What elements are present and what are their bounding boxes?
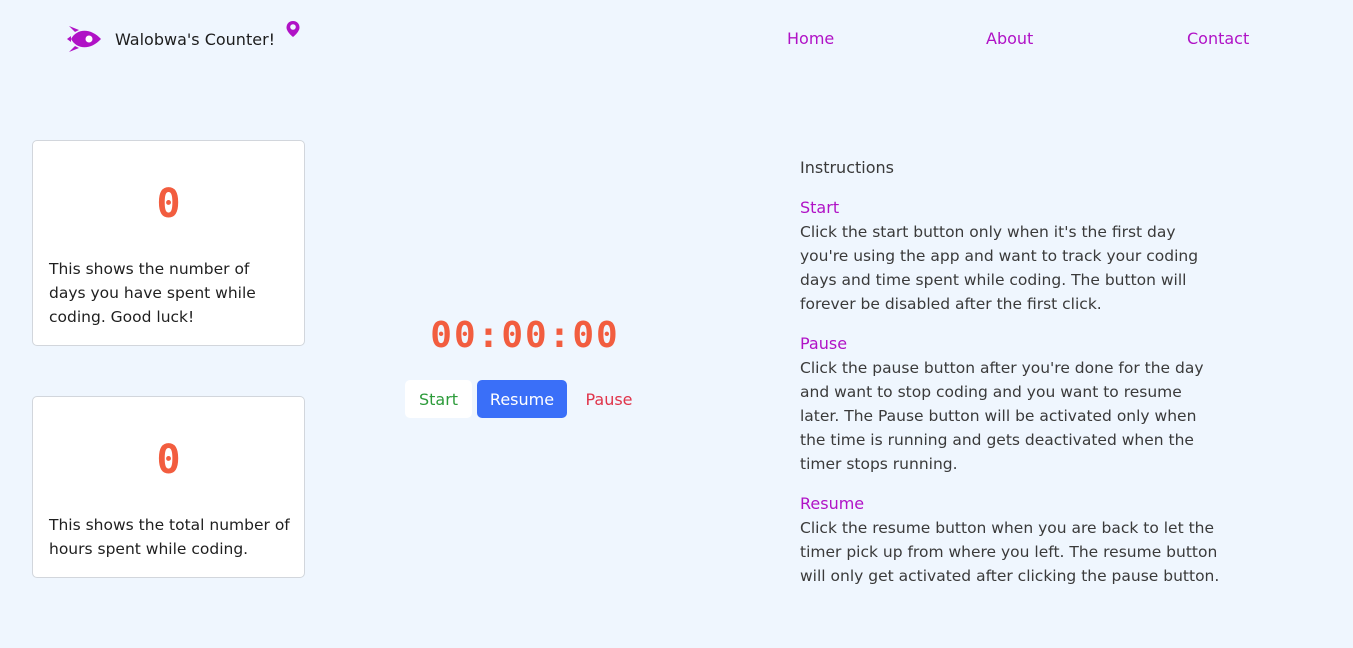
resume-button[interactable]: Resume: [477, 380, 567, 418]
pause-button[interactable]: Pause: [572, 380, 646, 418]
nav-home[interactable]: Home: [787, 29, 834, 48]
app-title: Walobwa's Counter!: [115, 29, 276, 49]
days-card: 0 This shows the number of days you have…: [32, 140, 305, 346]
instructions-title: Instructions: [800, 158, 894, 177]
days-count: 0: [156, 181, 181, 227]
page: Walobwa's Counter! Home About Contact 0 …: [0, 0, 1353, 648]
instruction-pause: Pause Click the pause button after you'r…: [800, 332, 1220, 476]
instruction-pause-body: Click the pause button after you're done…: [800, 359, 1204, 473]
hours-card: 0 This shows the total number of hours s…: [32, 396, 305, 578]
instruction-start-title: Start: [800, 198, 840, 217]
days-description: This shows the number of days you have s…: [49, 260, 256, 326]
rocket-icon: [67, 26, 101, 52]
timer-display: 00:00:00: [430, 315, 620, 356]
hours-description: This shows the total number of hours spe…: [49, 516, 290, 558]
nav-contact[interactable]: Contact: [1187, 29, 1249, 48]
nav-about[interactable]: About: [986, 29, 1033, 48]
instruction-resume: Resume Click the resume button when you …: [800, 492, 1220, 588]
start-button[interactable]: Start: [405, 380, 472, 418]
brand[interactable]: Walobwa's Counter!: [67, 21, 300, 56]
instructions-panel: Instructions Start Click the start butto…: [800, 156, 1220, 604]
instruction-start-body: Click the start button only when it's th…: [800, 223, 1199, 313]
instruction-resume-title: Resume: [800, 494, 865, 513]
map-pin-icon: [286, 21, 300, 37]
instruction-resume-body: Click the resume button when you are bac…: [800, 519, 1220, 585]
hours-count: 0: [156, 437, 181, 483]
instruction-start: Start Click the start button only when i…: [800, 196, 1220, 316]
instruction-pause-title: Pause: [800, 334, 848, 353]
